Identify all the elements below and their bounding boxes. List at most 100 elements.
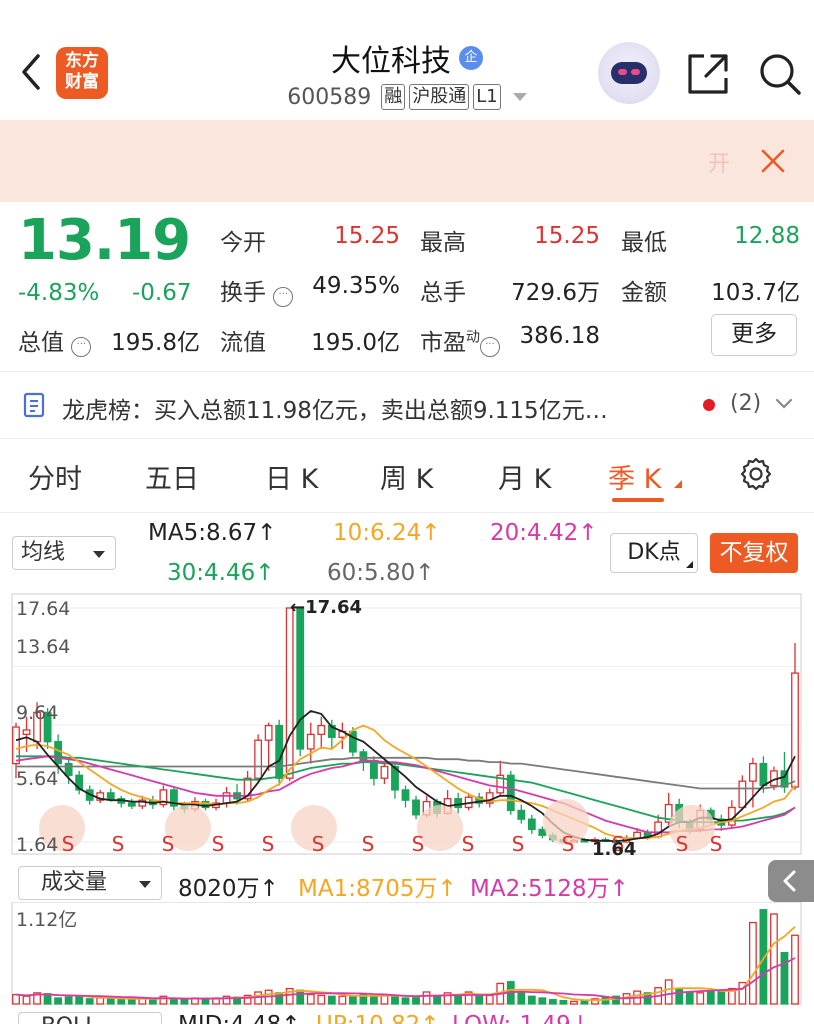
candle-down xyxy=(517,809,526,820)
tab-five-day[interactable]: 五日 xyxy=(145,457,199,496)
volume-bar-up xyxy=(696,992,705,1005)
candle-down xyxy=(412,799,420,816)
ma20-value: 20:4.42↑ xyxy=(490,520,598,546)
caret-down-icon xyxy=(139,881,151,888)
tab-quarterly-k[interactable]: 季 K xyxy=(608,457,661,496)
info-icon[interactable]: ··· xyxy=(273,287,294,307)
volume-bar-down xyxy=(401,997,410,1005)
document-list-icon xyxy=(23,392,45,418)
candle-up xyxy=(22,729,31,736)
chevron-down-icon[interactable] xyxy=(512,93,527,101)
volume-bar-up xyxy=(12,993,20,1005)
volume-bar-down xyxy=(117,999,126,1005)
volume-chart[interactable] xyxy=(0,902,814,1006)
pe-label-sup: 动 xyxy=(466,329,480,346)
sell-signal-marker: S xyxy=(212,832,225,856)
pe-value: 386.18 xyxy=(519,323,600,349)
turnover-label: 换手 ··· xyxy=(220,273,294,307)
more-button[interactable]: 更多 xyxy=(711,314,797,356)
sell-signal-marker: S xyxy=(362,832,375,856)
candle-down xyxy=(348,730,357,753)
mktcap-label-text: 总值 xyxy=(18,330,64,356)
info-icon[interactable]: ··· xyxy=(71,337,92,357)
high-marker-value: 17.64 xyxy=(305,597,363,618)
volume-bar-down xyxy=(348,996,357,1005)
share-icon xyxy=(688,54,728,94)
low-marker-label: 1.64 xyxy=(592,839,636,860)
candle-up xyxy=(380,765,389,779)
low-value: 12.88 xyxy=(734,223,800,249)
tag-level1: L1 xyxy=(473,84,501,110)
share-button[interactable] xyxy=(686,52,730,96)
chart-settings-button[interactable] xyxy=(738,456,774,492)
candle-down xyxy=(64,762,73,776)
robot-eye-icon xyxy=(631,69,640,75)
boll-indicator-row: BOLL MID:4.48↑ UP:10.82↑ LOW:-1.49↓ xyxy=(0,1008,814,1024)
sell-signal-marker: S xyxy=(112,832,125,856)
volume-bar-up xyxy=(791,934,799,1005)
average-line-select-text: 均线 xyxy=(21,540,66,565)
volume-bar-down xyxy=(180,999,189,1005)
volume-bar-down xyxy=(685,991,694,1005)
volume-bar-down xyxy=(106,998,115,1005)
sell-signal-marker: S xyxy=(262,832,275,856)
caret-down-icon xyxy=(93,551,105,558)
chevron-down-icon[interactable] xyxy=(774,396,794,412)
volume-bar-down xyxy=(780,951,789,1005)
candle-up xyxy=(306,733,315,750)
robot-face-icon xyxy=(611,62,647,84)
notice-text: 开 xyxy=(708,152,731,177)
notice-banner[interactable]: 开 xyxy=(0,120,814,202)
tab-daily-k[interactable]: 日 K xyxy=(265,457,318,496)
volume-bar-down xyxy=(64,996,73,1005)
tab-intraday[interactable]: 分时 xyxy=(28,457,82,496)
boll-select-text: BOLL xyxy=(27,1014,98,1024)
expand-panel-button[interactable] xyxy=(768,860,814,902)
dropdown-corner-icon xyxy=(686,561,693,568)
volume-select-text: 成交量 xyxy=(41,870,108,895)
volume-bar-down xyxy=(717,989,726,1005)
dragon-tiger-bar[interactable]: 龙虎榜：买入总额11.98亿元，卖出总额9.115亿元… xyxy=(0,372,814,438)
candle-down xyxy=(54,741,63,765)
float-label: 流值 xyxy=(220,330,266,356)
volume-bar-down xyxy=(412,996,420,1005)
float-value: 195.0亿 xyxy=(311,330,400,356)
sell-signal-marker: S xyxy=(62,832,75,856)
dk-point-button[interactable]: DK点 xyxy=(610,533,698,573)
tab-monthly-k[interactable]: 月 K xyxy=(498,457,551,496)
low-label: 最低 xyxy=(621,230,667,256)
sell-signal-marker: S xyxy=(162,832,175,856)
y-tick-label: 1.64 xyxy=(16,834,59,856)
sell-signal-marker: S xyxy=(312,832,325,856)
candle-down xyxy=(401,789,410,801)
tag-margin: 融 xyxy=(381,84,406,110)
info-icon[interactable]: ··· xyxy=(480,337,500,357)
volume-bar-down xyxy=(148,999,157,1005)
search-button[interactable] xyxy=(758,52,802,96)
candlestick-chart[interactable]: SSSSSSSSSSSSSS xyxy=(0,590,814,860)
volume-bar-down xyxy=(559,999,568,1005)
chevron-left-icon xyxy=(783,870,796,892)
robot-eye-icon xyxy=(618,69,627,75)
no-adjust-button[interactable]: 不复权 xyxy=(710,533,798,573)
close-button[interactable] xyxy=(756,144,790,178)
tab-weekly-k[interactable]: 周 K xyxy=(380,457,433,496)
volume-indicator-select[interactable]: 成交量 xyxy=(18,866,162,900)
volume-tick-label: 1.12亿 xyxy=(16,909,78,931)
sell-signal-marker: S xyxy=(512,832,525,856)
ai-assistant-avatar[interactable] xyxy=(598,42,660,104)
boll-select[interactable]: BOLL xyxy=(18,1012,162,1024)
active-tab-indicator xyxy=(612,498,664,502)
low-marker-value: 1.64 xyxy=(592,839,637,860)
volume-bar-down xyxy=(706,990,715,1005)
candle-up xyxy=(264,724,273,741)
turnover-value: 49.35% xyxy=(312,273,400,299)
average-line-select[interactable]: 均线 xyxy=(12,536,116,570)
volume-current: 8020万↑ xyxy=(178,876,279,902)
volume-value: 729.6万 xyxy=(511,280,600,306)
volume-bar-down xyxy=(296,989,305,1005)
gear-icon xyxy=(740,457,772,491)
sell-signal-marker: S xyxy=(710,832,723,856)
volume-bar-up xyxy=(748,921,757,1005)
stock-code: 600589 xyxy=(287,84,372,110)
